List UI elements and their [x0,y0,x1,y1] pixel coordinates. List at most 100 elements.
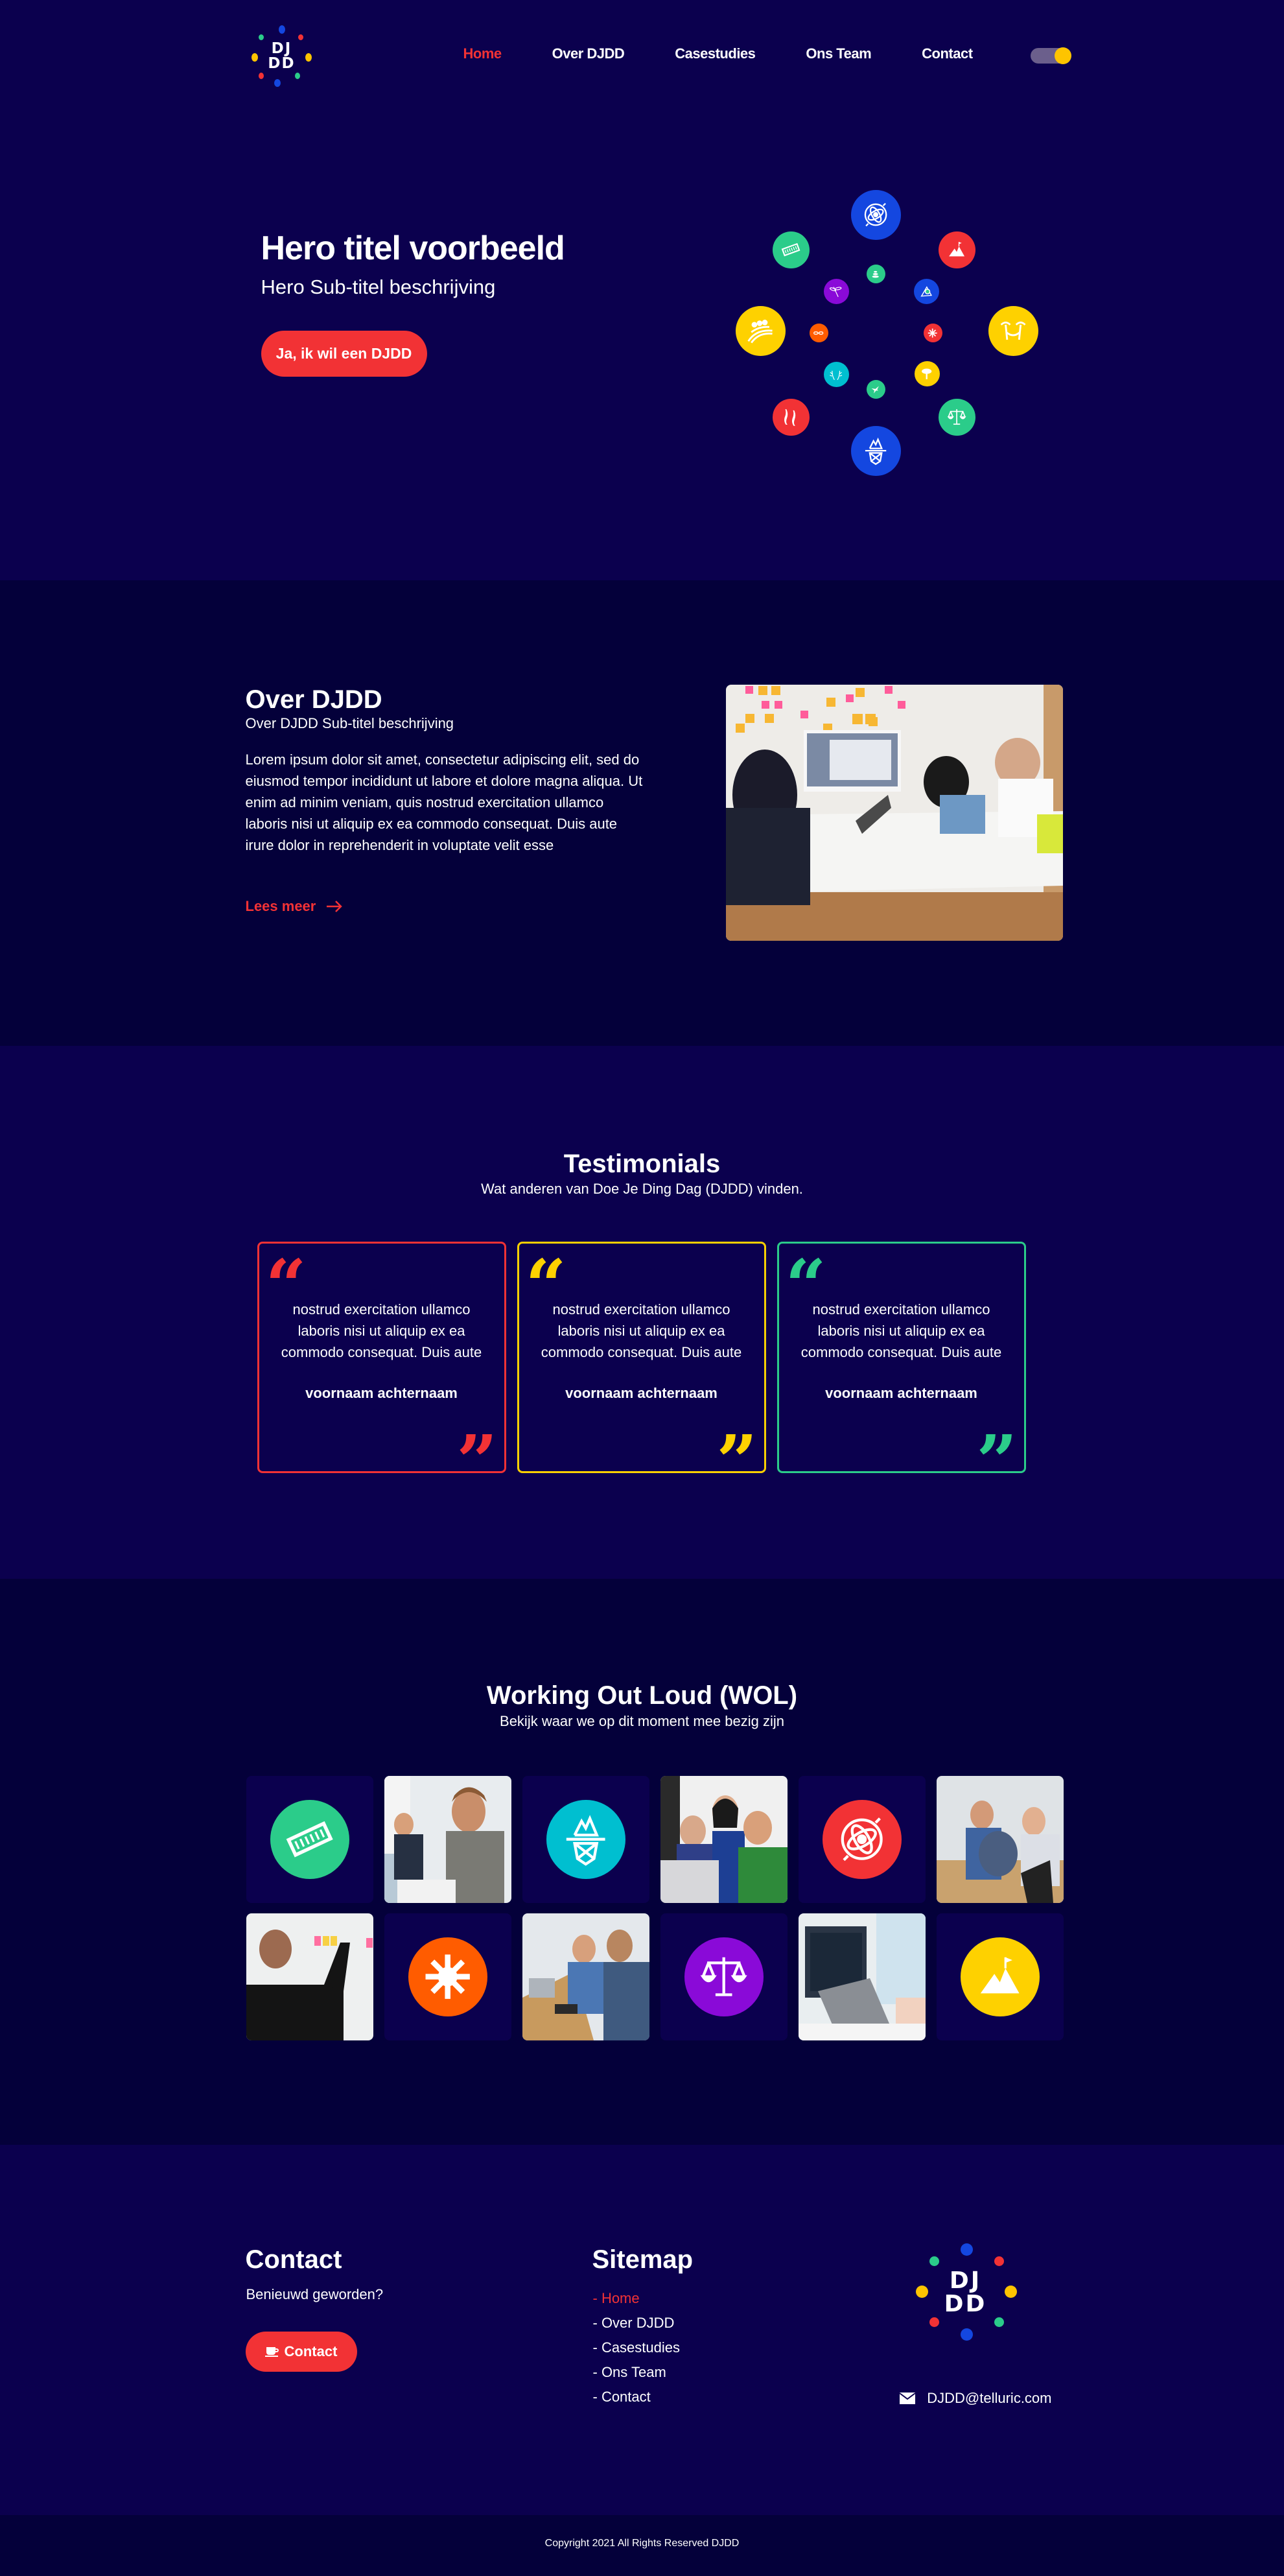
logo-dot [929,2256,939,2266]
footer-contact-button[interactable]: Contact [245,2332,357,2372]
testimonial-card: “ nostrud exercitation ullamco laboris n… [257,1242,506,1497]
quote-close-icon: ” [716,1419,758,1503]
testimonial-author: voornaam achternaam [565,1385,718,1401]
logo-dot [994,2317,1004,2327]
copyright-bar: Copyright 2021 All Rights Reserved DJDD [0,2515,1284,2576]
footer-contact-title: Contact [245,2245,342,2274]
main-nav: Home Over DJDD Casestudies Ons Team Cont… [463,45,1023,62]
wol-tile[interactable] [384,1913,511,2040]
footer-email: DJDD@telluric.com [927,2390,1052,2406]
testimonial-quote: nostrud exercitation ullamco laboris nis… [800,1301,1002,1360]
read-more-label: Lees meer [245,898,316,914]
logo-dot [298,34,303,40]
nav-over-djdd[interactable]: Over DJDD [552,45,625,62]
quote-close-icon: ” [456,1419,498,1503]
triangle-eye-icon [913,279,939,304]
about-photo [725,685,1063,941]
about-title: Over DJDD [245,685,382,714]
sitemap-over-djdd[interactable]: - Over DJDD [593,2315,675,2331]
testimonial-card: “ nostrud exercitation ullamco laboris n… [517,1242,766,1497]
logo-dot [294,73,300,79]
harmonica-icon [270,1800,349,1879]
logo-dot [960,2243,973,2256]
nav-ons-team[interactable]: Ons Team [806,45,871,62]
tree-icon [914,361,940,386]
antlers-icon [823,362,849,387]
logo[interactable]: DJ DD [250,24,314,89]
testimonial-cards: “ nostrud exercitation ullamco laboris n… [257,1242,1026,1497]
footer-contact-text: Benieuwd geworden? [246,2286,384,2302]
wol-tile[interactable] [660,1913,788,2040]
hero-title: Hero titel voorbeeld [261,230,565,267]
logo-dot [929,2317,939,2327]
sitemap-title: Sitemap [592,2245,694,2274]
wol-tile[interactable] [246,1776,373,1903]
wol-grid [246,1776,1064,2040]
read-more-link[interactable]: Lees meer [246,898,344,915]
footer-logo[interactable]: DJ DD [914,2242,1018,2341]
wol-subtitle: Bekijk waar we op dit moment mee bezig z… [500,1713,784,1729]
coffee-cup-icon [264,2347,279,2357]
arrow-right-icon [327,901,343,912]
scales-icon [684,1937,764,2016]
koi-fish-icon [772,399,810,436]
hummingbird-icon [866,380,885,399]
mountain-flag-icon [938,231,975,268]
sitemap-contact[interactable]: - Contact [593,2389,651,2405]
testimonial-quote: nostrud exercitation ullamco laboris nis… [281,1301,482,1360]
chain-icon [809,324,828,342]
logo-dot [258,34,264,40]
stones-icon [866,265,885,283]
wol-photo[interactable] [522,1913,649,2040]
wol-title: Working Out Loud (WOL) [486,1681,798,1710]
testimonial-author: voornaam achternaam [825,1385,977,1401]
footer-contact-button-label: Contact [284,2343,338,2359]
hero-cta-button[interactable]: Ja, ik wil een DJDD [261,331,427,377]
nav-contact[interactable]: Contact [922,45,973,62]
mail-icon [900,2393,916,2404]
sitemap-list: - Home - Over DJDD - Casestudies - Ons T… [593,2286,681,2409]
testimonials-section: Testimonials Wat anderen van Doe Je Ding… [0,1046,1284,1579]
wol-section: Working Out Loud (WOL) Bekijk waar we op… [0,1579,1284,2145]
logo-text: DJ DD [944,2267,987,2317]
about-body: Lorem ipsum dolor sit amet, consectetur … [245,751,643,853]
iceberg-icon [850,426,901,476]
icon-cluster [735,175,1050,486]
toggle-knob [1054,47,1071,64]
mountain-flag-icon [960,1937,1040,2016]
atom-icon [850,190,901,240]
site-footer: Contact Benieuwd geworden? Contact Sitem… [0,2145,1284,2515]
wol-photo[interactable] [798,1913,926,2040]
iceberg-icon [546,1800,625,1879]
rollercoaster-icon [735,306,786,356]
wol-tile[interactable] [522,1776,649,1903]
copyright-text: Copyright 2021 All Rights Reserved DJDD [544,2538,740,2549]
nav-casestudies[interactable]: Casestudies [675,45,756,62]
wol-photo[interactable] [936,1776,1064,1903]
logo-text: DJ DD [268,40,296,72]
harmonica-icon [772,231,810,268]
sitemap-ons-team[interactable]: - Ons Team [593,2364,666,2380]
logo-dot [278,25,285,34]
wol-tile[interactable] [798,1776,926,1903]
sparkle-icon [408,1937,487,2016]
testimonial-author: voornaam achternaam [305,1385,458,1401]
theme-toggle[interactable] [1030,47,1071,64]
wol-photo[interactable] [384,1776,511,1903]
wol-photo[interactable] [660,1776,788,1903]
testimonials-subtitle: Wat anderen van Doe Je Ding Dag (DJDD) v… [481,1181,803,1197]
about-subtitle: Over DJDD Sub-titel beschrijving [245,715,454,731]
quote-close-icon: ” [976,1419,1018,1503]
dragonfly-icon [823,279,849,304]
wol-tile[interactable] [936,1913,1064,2040]
site-header: DJ DD Home Over DJDD Casestudies Ons Team… [0,0,1284,113]
testimonials-title: Testimonials [563,1150,721,1178]
logo-dot [258,73,264,79]
footer-email-link[interactable]: DJDD@telluric.com [900,2390,1052,2407]
sitemap-casestudies[interactable]: - Casestudies [593,2339,681,2356]
hero-subtitle: Hero Sub-titel beschrijving [261,276,496,298]
wol-photo[interactable] [246,1913,373,2040]
nav-home[interactable]: Home [463,45,502,62]
sitemap-home[interactable]: - Home [593,2290,640,2306]
logo-dot [960,2328,973,2341]
